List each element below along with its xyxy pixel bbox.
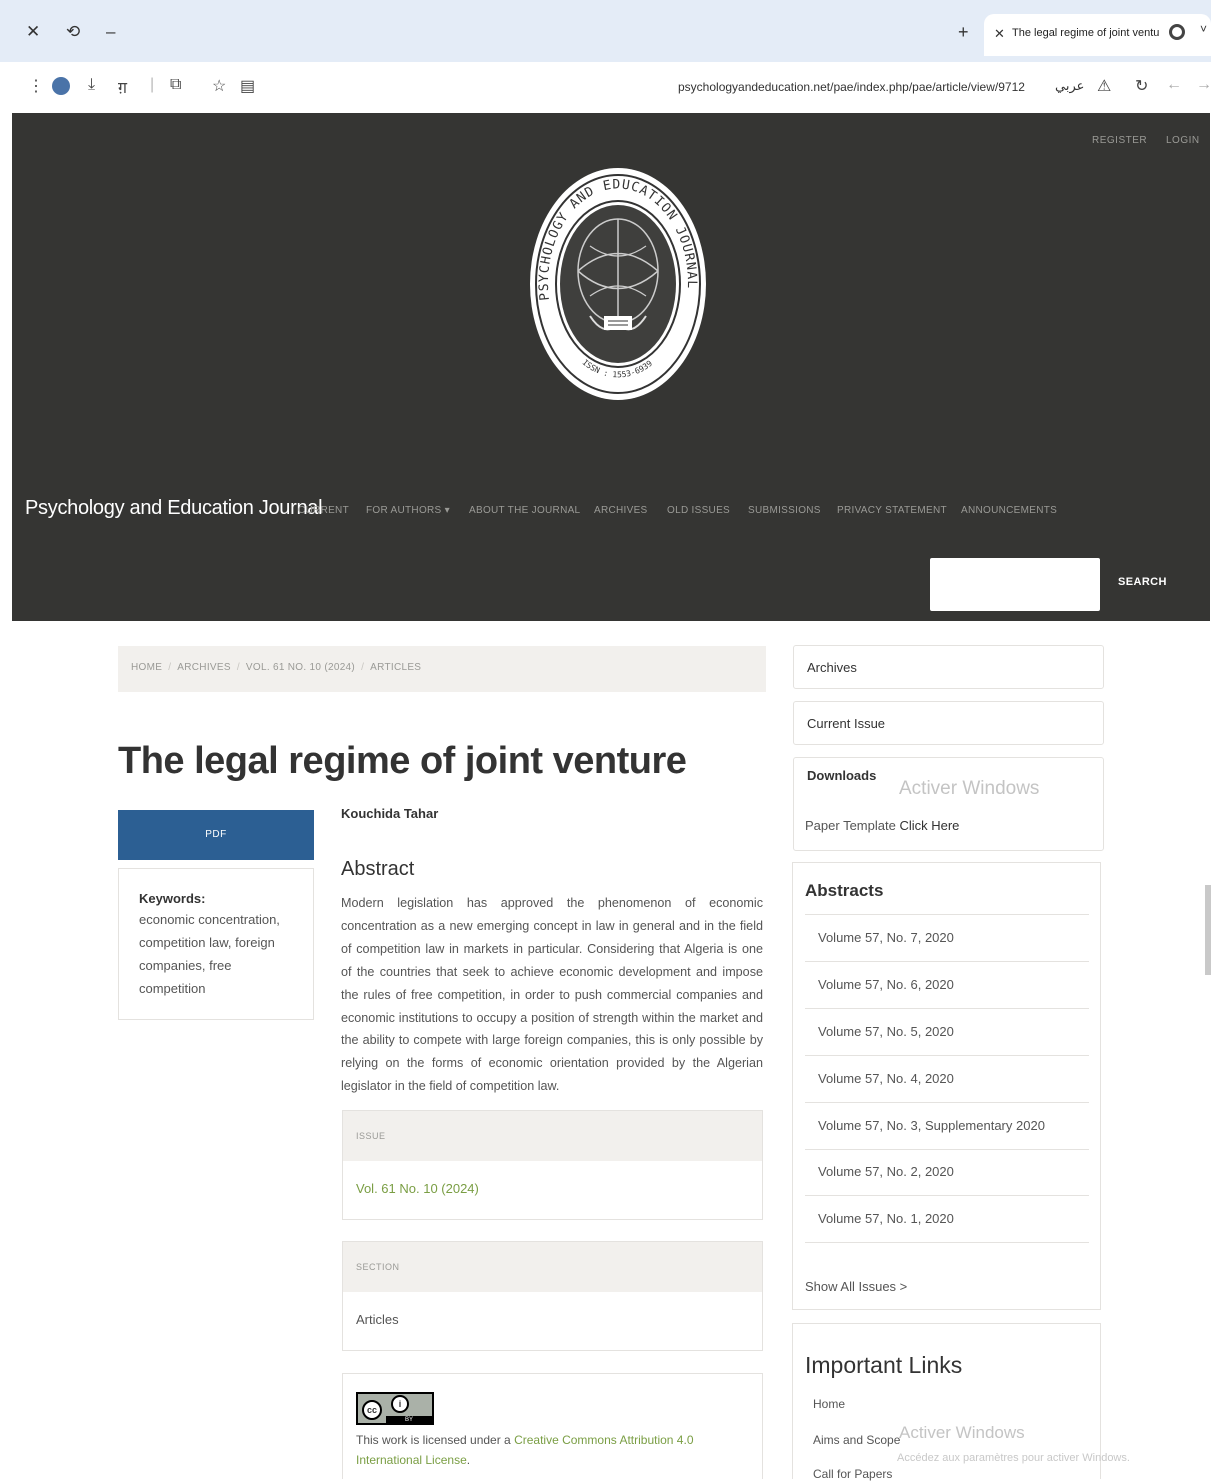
download-icon[interactable]: ⤓ bbox=[88, 76, 95, 94]
nav-current[interactable]: CURRENT bbox=[298, 505, 349, 516]
translate-icon[interactable]: ग़ bbox=[118, 76, 127, 98]
nav-announcements[interactable]: ANNOUNCEMENTS bbox=[961, 505, 1057, 516]
keywords-panel: Keywords: economic concentration, compet… bbox=[118, 868, 314, 1020]
browser-toolbar: ⋮ ⤓ ग़ | ⧉ ☆ ▤ psychologyandeducation.ne… bbox=[0, 62, 1211, 112]
downloads-title: Downloads bbox=[807, 768, 877, 783]
tab-favicon-icon bbox=[1169, 24, 1185, 40]
new-tab-button[interactable]: + bbox=[958, 22, 969, 43]
breadcrumb-current: ARTICLES bbox=[370, 662, 422, 673]
restore-window-icon[interactable]: ⟲ bbox=[66, 22, 80, 42]
abstract-text: Modern legislation has approved the phen… bbox=[341, 896, 763, 1094]
tab-close-icon[interactable]: ✕ bbox=[994, 26, 1005, 42]
abstracts-title: Abstracts bbox=[805, 881, 884, 900]
paper-template-row: Paper Template Click Here bbox=[805, 818, 960, 833]
issue-panel: ISSUE Vol. 61 No. 10 (2024) bbox=[342, 1110, 763, 1220]
extensions-icon[interactable]: ⧉ bbox=[170, 76, 181, 94]
license-text: This work is licensed under a Creative C… bbox=[356, 1433, 694, 1467]
site-title[interactable]: Psychology and Education Journal bbox=[25, 497, 323, 520]
section-panel: SECTION Articles bbox=[342, 1241, 763, 1351]
reload-icon[interactable]: ↻ bbox=[1135, 76, 1148, 96]
nav-submissions[interactable]: SUBMISSIONS bbox=[748, 505, 821, 516]
important-link-aims-and-scope[interactable]: Aims and Scope bbox=[813, 1433, 900, 1447]
nav-privacy-statement[interactable]: PRIVACY STATEMENT bbox=[837, 505, 947, 516]
site-header: REGISTER LOGIN PSYCHOLOGY AND EDUCATION … bbox=[12, 113, 1210, 621]
section-value: Articles bbox=[356, 1312, 399, 1327]
nav-for-authors[interactable]: FOR AUTHORS ▾ bbox=[366, 505, 450, 516]
windows-activation-subtext: Accédez aux paramètres pour activer Wind… bbox=[897, 1452, 1130, 1464]
toolbar-divider: | bbox=[150, 76, 155, 93]
breadcrumb-home[interactable]: HOME bbox=[131, 662, 162, 673]
journal-logo[interactable]: PSYCHOLOGY AND EDUCATION JOURNAL ISSN : … bbox=[528, 166, 708, 402]
abstract-issue-link[interactable]: Volume 57, No. 1, 2020 bbox=[818, 1211, 954, 1226]
tab-search-chevron-icon[interactable]: ˅ bbox=[1200, 22, 1207, 36]
paper-template-link[interactable]: Click Here bbox=[899, 818, 959, 833]
browser-tab-strip: ✕ ⟲ – + ✕ The legal regime of joint vent… bbox=[0, 0, 1211, 62]
breadcrumb-archives[interactable]: ARCHIVES bbox=[177, 662, 231, 673]
windows-activation-watermark: Activer Windows bbox=[899, 1423, 1025, 1442]
bookmark-star-icon[interactable]: ☆ bbox=[212, 76, 226, 96]
sidebar-downloads-panel: Downloads Paper Template Click Here bbox=[793, 757, 1104, 851]
section-label: SECTION bbox=[343, 1242, 762, 1292]
nav-archives[interactable]: ARCHIVES bbox=[594, 505, 648, 516]
search-button[interactable]: SEARCH bbox=[1118, 576, 1167, 588]
profile-avatar-icon[interactable] bbox=[52, 77, 70, 95]
breadcrumb: HOME / ARCHIVES / VOL. 61 NO. 10 (2024) / ARTI… bbox=[118, 646, 766, 692]
pdf-download-button[interactable]: PDF bbox=[118, 810, 314, 860]
tab-title: The legal regime of joint ventu bbox=[1012, 27, 1160, 39]
license-panel: cc i BY This work is licensed under a Cr… bbox=[342, 1373, 763, 1479]
article-author: Kouchida Tahar bbox=[341, 806, 439, 821]
translate-language-label[interactable]: عربي bbox=[1055, 78, 1084, 94]
forward-icon[interactable]: ← bbox=[1166, 76, 1182, 94]
reading-list-icon[interactable]: ▤ bbox=[240, 76, 255, 96]
article-title: The legal regime of joint venture bbox=[118, 740, 687, 782]
minimize-window-icon[interactable]: – bbox=[106, 22, 115, 42]
abstract-issue-link[interactable]: Volume 57, No. 6, 2020 bbox=[818, 977, 954, 992]
issue-link[interactable]: Vol. 61 No. 10 (2024) bbox=[343, 1161, 762, 1219]
cc-by-license-badge-icon[interactable]: cc i BY bbox=[356, 1392, 434, 1425]
nav-old-issues[interactable]: OLD ISSUES bbox=[667, 505, 730, 516]
breadcrumb-issue[interactable]: VOL. 61 NO. 10 (2024) bbox=[246, 662, 355, 673]
issue-label: ISSUE bbox=[343, 1111, 762, 1161]
warning-icon[interactable]: ⚠ bbox=[1097, 76, 1111, 96]
browser-tab-active[interactable]: ✕ The legal regime of joint ventu bbox=[984, 14, 1211, 56]
sidebar-archives-link[interactable]: Archives bbox=[793, 645, 1104, 689]
back-icon[interactable]: → bbox=[1196, 76, 1211, 94]
abstract-issue-link[interactable]: Volume 57, No. 4, 2020 bbox=[818, 1071, 954, 1086]
sidebar-current-issue-link[interactable]: Current Issue bbox=[793, 701, 1104, 745]
abstract-issue-link[interactable]: Volume 57, No. 5, 2020 bbox=[818, 1024, 954, 1039]
menu-dots-icon[interactable]: ⋮ bbox=[28, 76, 44, 96]
search-input[interactable] bbox=[930, 558, 1100, 611]
address-bar-url[interactable]: psychologyandeducation.net/pae/index.php… bbox=[678, 80, 1025, 94]
page-scrollbar-thumb[interactable] bbox=[1205, 885, 1211, 975]
register-link[interactable]: REGISTER bbox=[1092, 135, 1147, 146]
keywords-label: Keywords: bbox=[139, 891, 206, 906]
abstracts-panel: Abstracts Volume 57, No. 7, 2020 Volume … bbox=[792, 862, 1101, 1310]
important-link-home[interactable]: Home bbox=[813, 1397, 845, 1411]
windows-activation-watermark: Activer Windows bbox=[899, 778, 1040, 799]
abstract-heading: Abstract bbox=[341, 858, 415, 880]
abstract-issue-link[interactable]: Volume 57, No. 3, Supplementary 2020 bbox=[818, 1118, 1045, 1133]
abstract-issue-link[interactable]: Volume 57, No. 7, 2020 bbox=[818, 930, 954, 945]
keywords-list: economic concentration, competition law,… bbox=[139, 912, 280, 996]
close-window-icon[interactable]: ✕ bbox=[26, 22, 40, 42]
show-all-issues-link[interactable]: Show All Issues > bbox=[805, 1279, 907, 1294]
login-link[interactable]: LOGIN bbox=[1166, 135, 1200, 146]
abstract-issue-link[interactable]: Volume 57, No. 2, 2020 bbox=[818, 1164, 954, 1179]
nav-about-the-journal[interactable]: ABOUT THE JOURNAL bbox=[469, 505, 580, 516]
important-links-title: Important Links bbox=[805, 1352, 963, 1378]
